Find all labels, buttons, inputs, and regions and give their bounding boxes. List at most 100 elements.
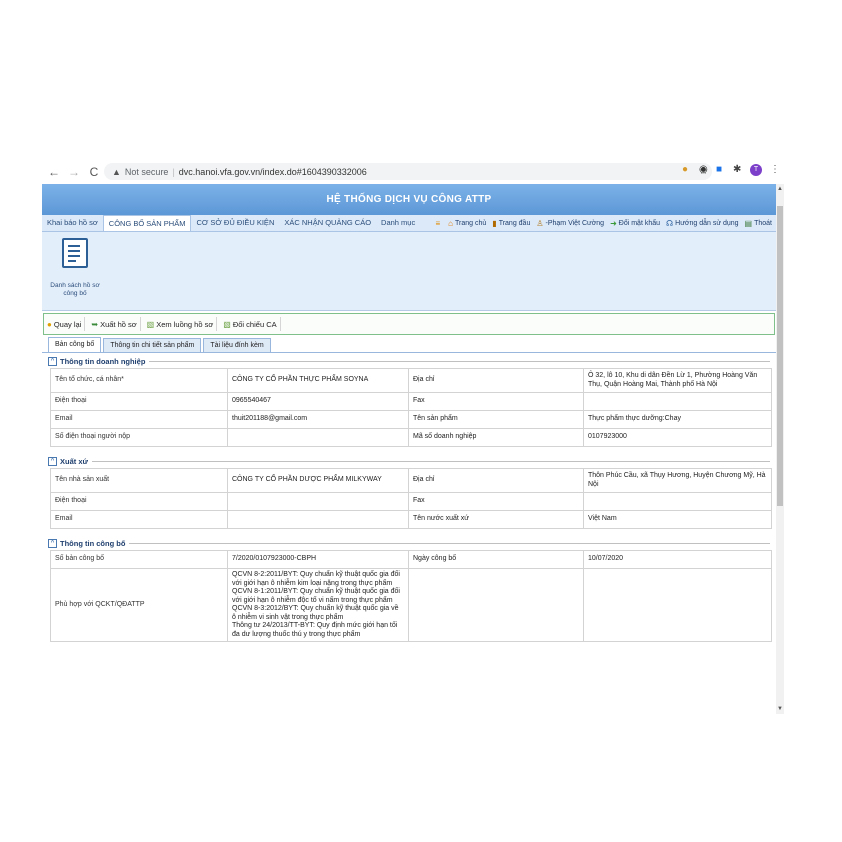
extension-cookie-icon[interactable]: ● <box>682 164 688 175</box>
label-dien-thoai: Điện thoại <box>50 492 228 511</box>
vertical-scrollbar[interactable]: ▲ ▼ <box>776 184 784 714</box>
value-ten-san-pham: Thực phẩm thực dưỡng:Chay <box>583 410 772 429</box>
collapse-icon[interactable]: ≡ <box>436 219 441 228</box>
collapse-toggle-icon[interactable]: ^ <box>48 457 57 466</box>
label-sdt-nguoi-nop: Số điện thoại người nộp <box>50 428 228 447</box>
tab-strip: Bản công bố Thông tin chi tiết sản phẩm … <box>42 337 776 353</box>
extension-circle-icon[interactable]: ◉ <box>699 164 708 175</box>
document-icon: ▧ <box>146 319 155 329</box>
link-trang-dau[interactable]: Trang đầu <box>499 220 531 227</box>
ribbon-list-label: Danh sách hồ sơ công bố <box>50 282 100 297</box>
action-toolbar: ● Quay lại ➥ Xuất hồ sơ ▧ Xem luồng hồ sơ ▧… <box>43 313 775 335</box>
table-row: Số bản công bố 7/2020/0107923000-CBPH Ng… <box>50 550 772 569</box>
empty-cell <box>408 568 584 642</box>
collapse-toggle-icon[interactable]: ^ <box>48 357 57 366</box>
table-row: Điện thoại 0965540467 Fax <box>50 392 772 411</box>
scroll-down-icon[interactable]: ▼ <box>776 706 784 712</box>
value-dia-chi: Thôn Phúc Cầu, xã Thụy Hương, Huyện Chươ… <box>583 468 772 493</box>
origin-table: Tên nhà sản xuất CÔNG TY CỔ PHẦN DƯỢC PH… <box>50 468 772 529</box>
headset-icon: ☊ <box>666 218 674 228</box>
menu-xac-nhan[interactable]: XÁC NHẬN QUẢNG CÁO <box>279 215 376 231</box>
ribbon: Danh sách hồ sơ công bố <box>42 232 776 311</box>
label-dien-thoai: Điện thoại <box>50 392 228 411</box>
more-menu-icon[interactable]: ⋮ <box>770 164 780 175</box>
empty-cell <box>583 568 772 642</box>
value-dien-thoai <box>227 492 409 511</box>
value-so-ban-cong-bo: 7/2020/0107923000-CBPH <box>227 550 409 569</box>
profile-avatar[interactable]: T <box>750 164 762 176</box>
value-sdt-nguoi-nop <box>227 428 409 447</box>
link-doi-mat-khau[interactable]: Đổi mật khẩu <box>619 220 660 227</box>
link-user[interactable]: -Phạm Việt Cường <box>546 220 605 227</box>
list-icon <box>62 238 88 268</box>
app-window: HỆ THỐNG DỊCH VỤ CÔNG ATTP Khai báo hồ s… <box>42 184 776 714</box>
label-phu-hop-qckt: Phù hợp với QCKT/QĐATTP <box>50 568 228 642</box>
quick-links: ≡ ⌂ Trang chủ ▮ Trang đầu ♙ -Phạm Việt C… <box>430 215 773 231</box>
label-fax: Fax <box>408 492 584 511</box>
table-row: Tên nhà sản xuất CÔNG TY CỔ PHẦN DƯỢC PH… <box>50 468 772 493</box>
menu-danh-muc[interactable]: Danh mục <box>376 215 420 231</box>
section-title: Thông tin doanh nghiệp <box>60 357 146 366</box>
ribbon-list-button[interactable]: Danh sách hồ sơ công bố <box>46 236 104 306</box>
user-icon: ♙ <box>536 218 544 228</box>
back-icon[interactable]: ← <box>46 165 62 179</box>
section-title: Xuất xứ <box>60 457 88 466</box>
forward-icon[interactable]: → <box>66 165 82 179</box>
main-menu: Khai báo hồ sơ CÔNG BỐ SẢN PHẨM CƠ SỞ ĐỦ… <box>42 215 776 232</box>
label-so-ban-cong-bo: Số bản công bố <box>50 550 228 569</box>
label-email: Email <box>50 410 228 429</box>
export-button[interactable]: ➥ Xuất hồ sơ <box>88 317 141 331</box>
value-fax <box>583 392 772 411</box>
table-row: Email Tên nước xuất xứ Việt Nam <box>50 510 772 529</box>
app-title: HỆ THỐNG DỊCH VỤ CÔNG ATTP <box>42 184 776 215</box>
label-email: Email <box>50 510 228 529</box>
origin-section: ^ Xuất xứ Tên nhà sản xuất CÔNG TY CỔ PHẦ… <box>48 457 772 529</box>
collapse-toggle-icon[interactable]: ^ <box>48 539 57 548</box>
menu-khai-bao[interactable]: Khai báo hồ sơ <box>42 215 103 231</box>
section-title: Thông tin công bố <box>60 539 126 548</box>
value-email: thuit201188@gmail.com <box>227 410 409 429</box>
tab-ban-cong-bo[interactable]: Bản công bố <box>48 337 102 352</box>
tab-chi-tiet-san-pham[interactable]: Thông tin chi tiết sản phẩm <box>103 338 202 352</box>
document-check-icon: ▧ <box>223 319 231 329</box>
label-fax: Fax <box>408 392 584 411</box>
reload-icon[interactable]: C <box>86 165 102 179</box>
menu-co-so[interactable]: CƠ SỞ ĐỦ ĐIỀU KIỆN <box>191 215 279 231</box>
label-ten-san-pham: Tên sản phẩm <box>408 410 584 429</box>
link-thoat[interactable]: Thoát <box>754 220 772 227</box>
logout-icon: ▤ <box>744 218 753 228</box>
value-dia-chi: Ô 32, lô 10, Khu di dân Đền Lừ 1, Phường… <box>583 368 772 393</box>
label-ngay-cong-bo: Ngày công bố <box>408 550 584 569</box>
view-flow-button[interactable]: ▧ Xem luồng hồ sơ <box>144 317 218 331</box>
label-ma-so-dn: Mã số doanh nghiệp <box>408 428 584 447</box>
address-bar[interactable]: ▲ Not secure | dvc.hanoi.vfa.gov.vn/inde… <box>104 163 712 180</box>
value-nha-san-xuat: CÔNG TY CỔ PHẦN DƯỢC PHẨM MILKYWAY <box>227 468 409 493</box>
label-dia-chi: Địa chỉ <box>408 368 584 393</box>
key-icon: ➜ <box>610 218 617 228</box>
scrollbar-thumb[interactable] <box>777 206 783 506</box>
compare-ca-button[interactable]: ▧ Đối chiếu CA <box>220 317 281 331</box>
back-button[interactable]: ● Quay lại <box>44 317 86 331</box>
table-row: Tên tổ chức, cá nhân* CÔNG TY CỔ PHẦN TH… <box>50 368 772 393</box>
extension-translate-icon[interactable]: ■ <box>716 164 722 175</box>
url-text: dvc.hanoi.vfa.gov.vn/index.do#1604390332… <box>178 166 367 177</box>
label-nha-san-xuat: Tên nhà sản xuất <box>50 468 228 493</box>
browser-toolbar: ← → C ▲ Not secure | dvc.hanoi.vfa.gov.v… <box>42 160 783 185</box>
extensions-puzzle-icon[interactable]: ✱ <box>733 164 741 175</box>
export-icon: ➥ <box>91 319 99 329</box>
link-huong-dan[interactable]: Hướng dẫn sử dụng <box>675 220 738 227</box>
link-trang-chu[interactable]: Trang chủ <box>455 220 486 227</box>
announcement-section: ^ Thông tin công bố Số bản công bố 7/2020… <box>48 539 772 642</box>
menu-cong-bo[interactable]: CÔNG BỐ SẢN PHẨM <box>102 215 192 231</box>
start-page-icon: ▮ <box>492 218 497 228</box>
value-phu-hop-qckt: QCVN 8-2:2011/BYT: Quy chuẩn kỹ thuật qu… <box>227 568 409 642</box>
scroll-up-icon[interactable]: ▲ <box>776 186 784 192</box>
value-dien-thoai: 0965540467 <box>227 392 409 411</box>
home-icon: ⌂ <box>448 218 454 228</box>
table-row: Điện thoại Fax <box>50 492 772 511</box>
value-nuoc-xuat-xu: Việt Nam <box>583 510 772 529</box>
value-ten-to-chuc: CÔNG TY CỔ PHẦN THỰC PHẨM SOYNA <box>227 368 409 393</box>
back-circle-icon: ● <box>47 319 52 329</box>
business-table: Tên tổ chức, cá nhân* CÔNG TY CỔ PHẦN TH… <box>50 368 772 447</box>
tab-tai-lieu[interactable]: Tài liệu đính kèm <box>203 338 271 352</box>
